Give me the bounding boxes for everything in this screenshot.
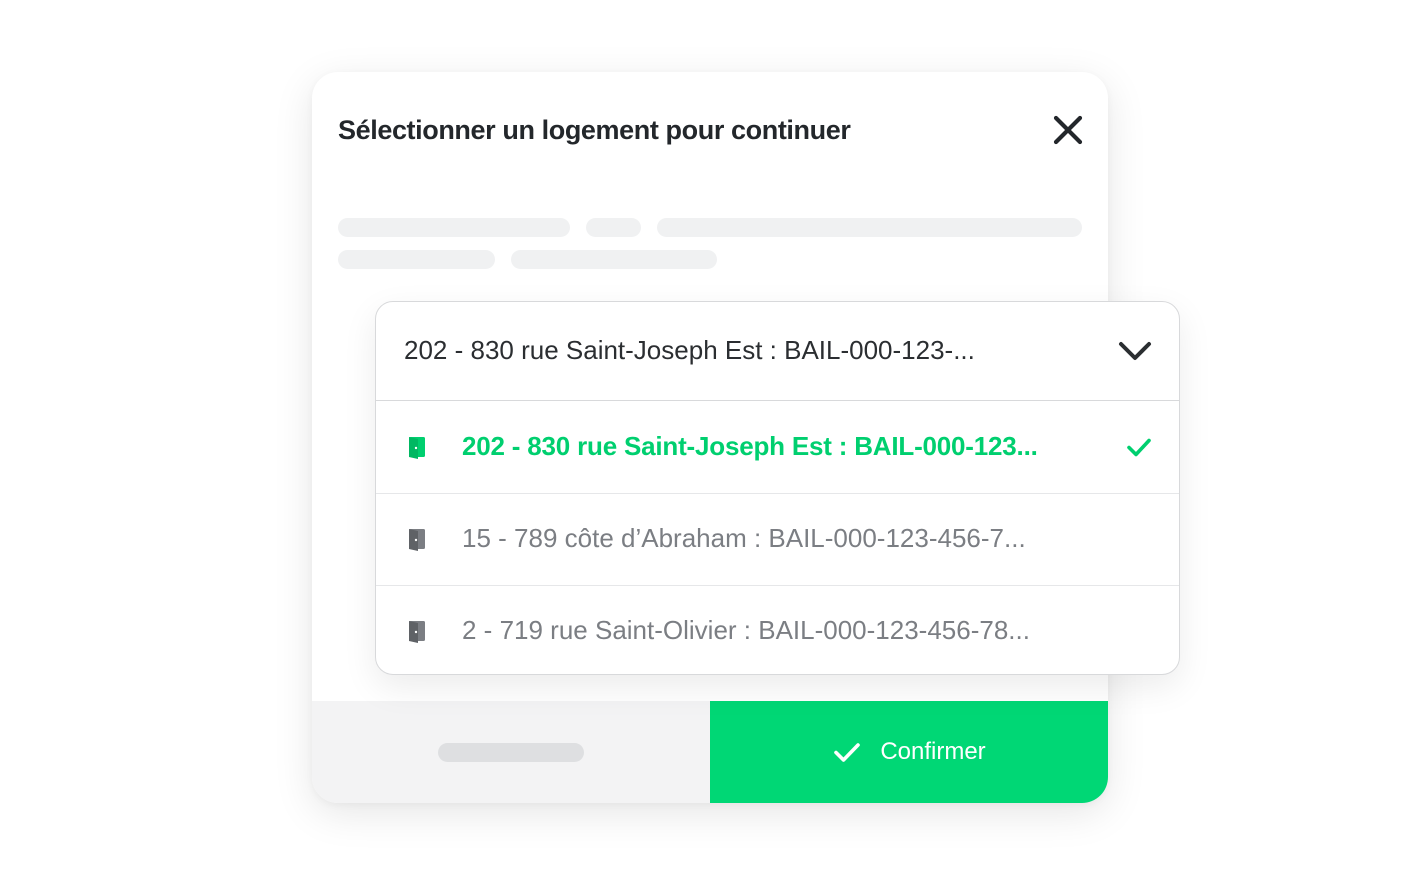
door-icon bbox=[406, 435, 428, 459]
modal-title: Sélectionner un logement pour continuer bbox=[338, 115, 851, 145]
skeleton-line bbox=[511, 250, 717, 269]
chevron-down-icon bbox=[1116, 334, 1154, 368]
unit-option-label: 2 - 719 rue Saint-Olivier : BAIL-000-123… bbox=[462, 615, 1030, 645]
skeleton-button-label bbox=[438, 743, 584, 762]
stage: Sélectionner un logement pour continuer … bbox=[0, 0, 1419, 876]
unit-select-dropdown: 202 - 830 rue Saint-Joseph Est : BAIL-00… bbox=[375, 301, 1180, 675]
secondary-action-area[interactable] bbox=[312, 701, 710, 803]
close-button[interactable] bbox=[1048, 110, 1088, 150]
confirm-button[interactable]: Confirmer bbox=[710, 701, 1108, 803]
skeleton-line bbox=[338, 250, 495, 269]
door-icon bbox=[406, 527, 428, 551]
unit-select-trigger[interactable]: 202 - 830 rue Saint-Joseph Est : BAIL-00… bbox=[376, 302, 1179, 401]
unit-option[interactable]: 15 - 789 côte d’Abraham : BAIL-000-123-4… bbox=[376, 493, 1179, 586]
unit-option[interactable]: 2 - 719 rue Saint-Olivier : BAIL-000-123… bbox=[376, 585, 1179, 674]
modal-footer: Confirmer bbox=[312, 701, 1108, 803]
skeleton-line bbox=[586, 218, 641, 237]
close-icon bbox=[1053, 115, 1083, 145]
unit-option-label: 202 - 830 rue Saint-Joseph Est : BAIL-00… bbox=[462, 431, 1038, 461]
skeleton-line bbox=[338, 218, 570, 237]
door-icon bbox=[406, 619, 428, 643]
check-icon bbox=[834, 743, 861, 762]
skeleton-line bbox=[657, 218, 1082, 237]
unit-option[interactable]: 202 - 830 rue Saint-Joseph Est : BAIL-00… bbox=[376, 401, 1179, 494]
check-icon bbox=[1124, 432, 1154, 462]
confirm-button-label: Confirmer bbox=[880, 738, 986, 765]
unit-option-label: 15 - 789 côte d’Abraham : BAIL-000-123-4… bbox=[462, 523, 1026, 553]
unit-select-value: 202 - 830 rue Saint-Joseph Est : BAIL-00… bbox=[404, 335, 975, 365]
